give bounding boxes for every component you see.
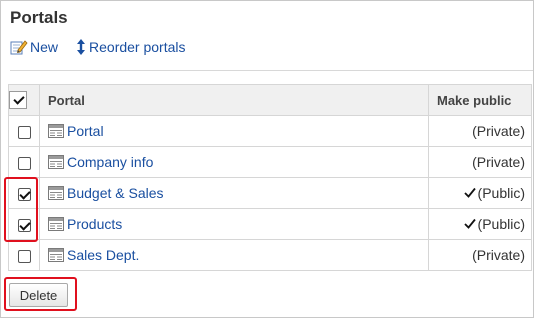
- column-header-make-public: Make public: [428, 84, 532, 116]
- portal-layout-icon: [48, 248, 64, 262]
- table-row: Budget & Sales (Public): [8, 177, 532, 209]
- row-checkbox-cell: [8, 146, 40, 178]
- row-checkbox-cell: [8, 115, 40, 147]
- make-public-cell: (Public): [428, 177, 532, 209]
- row-checkbox-cell: [8, 208, 40, 240]
- portals-panel: Portals New Reorder portals Portal Make …: [0, 0, 534, 318]
- portal-layout-icon: [48, 186, 64, 200]
- up-down-arrow-icon: [75, 39, 87, 55]
- table-row: Products (Public): [8, 208, 532, 240]
- new-portal-label: New: [30, 39, 59, 55]
- make-public-cell: (Private): [428, 115, 532, 147]
- row-checkbox[interactable]: [17, 156, 31, 170]
- delete-button[interactable]: Delete: [9, 283, 68, 307]
- portals-table: Portal Make public Portal (Private) Compan…: [8, 84, 532, 271]
- visibility-status: (Public): [477, 216, 525, 232]
- make-public-cell: (Public): [428, 208, 532, 240]
- row-checkbox-cell: [8, 239, 40, 271]
- portal-link[interactable]: Portal: [67, 123, 104, 139]
- portal-layout-icon: [48, 155, 64, 169]
- select-all-cell: [8, 84, 40, 116]
- portal-name-cell: Budget & Sales: [39, 177, 429, 209]
- visibility-status: (Private): [472, 247, 525, 263]
- toolbar-divider: [10, 70, 533, 71]
- check-mark-icon: [463, 216, 476, 232]
- table-row: Company info (Private): [8, 146, 532, 178]
- new-portal-link[interactable]: New: [10, 39, 58, 55]
- portal-name-cell: Portal: [39, 115, 429, 147]
- make-public-cell: (Private): [428, 146, 532, 178]
- visibility-status: (Private): [472, 154, 525, 170]
- row-checkbox[interactable]: [17, 218, 31, 232]
- table-row: Portal (Private): [8, 115, 532, 147]
- row-checkbox[interactable]: [17, 125, 31, 139]
- portal-name-cell: Products: [39, 208, 429, 240]
- table-row: Sales Dept. (Private): [8, 239, 532, 271]
- reorder-portals-label: Reorder portals: [89, 39, 186, 55]
- portal-link[interactable]: Budget & Sales: [67, 185, 164, 201]
- portal-layout-icon: [48, 217, 64, 231]
- reorder-portals-link[interactable]: Reorder portals: [75, 39, 186, 55]
- toolbar: New Reorder portals: [10, 39, 203, 55]
- make-public-cell: (Private): [428, 239, 532, 271]
- select-all-checkbox[interactable]: [9, 91, 27, 109]
- visibility-status: (Private): [472, 123, 525, 139]
- portal-link[interactable]: Company info: [67, 154, 153, 170]
- portal-name-cell: Sales Dept.: [39, 239, 429, 271]
- portal-name-cell: Company info: [39, 146, 429, 178]
- portal-link[interactable]: Sales Dept.: [67, 247, 139, 263]
- row-checkbox[interactable]: [17, 187, 31, 201]
- table-header-row: Portal Make public: [8, 84, 532, 116]
- portal-link[interactable]: Products: [67, 216, 122, 232]
- page-title: Portals: [10, 8, 68, 27]
- column-header-portal: Portal: [39, 84, 429, 116]
- row-checkbox-cell: [8, 177, 40, 209]
- visibility-status: (Public): [477, 185, 525, 201]
- row-checkbox[interactable]: [17, 249, 31, 263]
- edit-pencil-icon: [10, 39, 28, 55]
- portal-layout-icon: [48, 124, 64, 138]
- check-mark-icon: [463, 185, 476, 201]
